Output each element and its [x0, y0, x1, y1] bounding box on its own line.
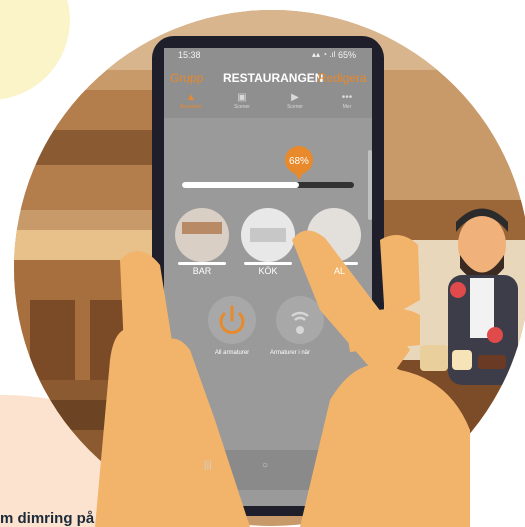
- tab-armaturer[interactable]: ▲ Armaturer: [174, 92, 208, 110]
- more-icon: •••: [341, 92, 353, 103]
- tab-mer[interactable]: ••• Mer: [330, 92, 364, 110]
- tab-scener-play[interactable]: ▶ Scener: [278, 92, 312, 110]
- caption-text: m dimring på: [0, 510, 95, 527]
- status-time: 15:38: [178, 50, 201, 60]
- play-icon: ▶: [291, 92, 299, 103]
- status-battery: 65%: [338, 50, 357, 60]
- group-label-kok: KÖK: [258, 266, 278, 276]
- nearby-lights-label: Armaturer i när: [270, 350, 311, 356]
- all-lights-label: All armaturer: [214, 350, 250, 356]
- image-icon: ▣: [237, 92, 247, 103]
- signal-icon: ▴▴ ◔ .ıl: [312, 50, 336, 59]
- nav-recent-icon[interactable]: |||: [204, 460, 212, 471]
- page-title: RESTAURANGEN: [223, 71, 324, 85]
- group-label-bar: BAR: [192, 266, 212, 276]
- edit-button[interactable]: Redigera: [318, 71, 372, 85]
- lamp-icon: ▲: [186, 92, 196, 103]
- nav-home-icon[interactable]: ○: [262, 460, 268, 471]
- back-to-group-button[interactable]: Grupp: [170, 71, 203, 85]
- tab-scener[interactable]: ▣ Scener: [225, 92, 259, 110]
- phone-ui-overlay: 15:38 ▴▴ ◔ .ıl 65% Grupp RESTAURANGEN Re…: [0, 0, 525, 527]
- group-label-al: AL: [334, 266, 346, 276]
